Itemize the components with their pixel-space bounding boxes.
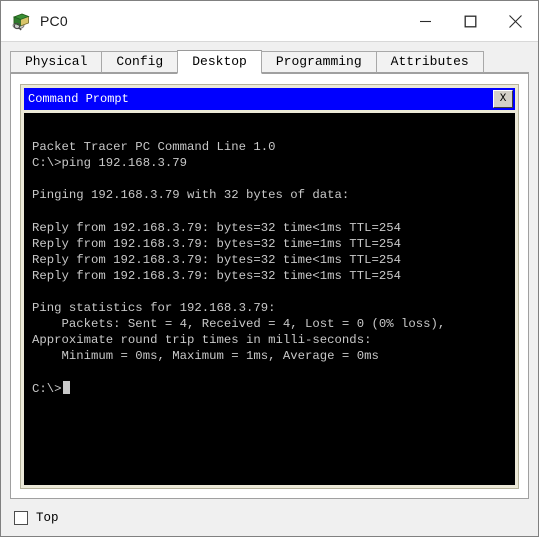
window-titlebar: PC0 bbox=[1, 1, 538, 42]
console-line: Packet Tracer PC Command Line 1.0 bbox=[32, 140, 276, 155]
tab-attributes-label: Attributes bbox=[390, 54, 469, 69]
console-line: Pinging 192.168.3.79 with 32 bytes of da… bbox=[32, 188, 350, 203]
tab-physical-label: Physical bbox=[25, 54, 88, 69]
close-button[interactable] bbox=[493, 1, 538, 41]
tab-programming-label: Programming bbox=[275, 54, 362, 69]
maximize-button[interactable] bbox=[448, 1, 493, 41]
console-line: Reply from 192.168.3.79: bytes=32 time<1… bbox=[32, 268, 401, 283]
tab-physical[interactable]: Physical bbox=[10, 51, 103, 73]
tab-config[interactable]: Config bbox=[101, 51, 179, 73]
top-checkbox-label: Top bbox=[36, 510, 59, 525]
pc-device-icon bbox=[11, 11, 31, 31]
tabstrip-filler bbox=[482, 50, 529, 73]
minimize-button[interactable] bbox=[403, 1, 448, 41]
tab-desktop[interactable]: Desktop bbox=[177, 50, 262, 74]
console-line: C:\>ping 192.168.3.79 bbox=[32, 156, 187, 171]
tab-programming[interactable]: Programming bbox=[260, 51, 377, 73]
maximize-icon bbox=[464, 15, 477, 27]
tabstrip-container: Physical Config Desktop Programming Attr… bbox=[1, 42, 538, 74]
console-line: Reply from 192.168.3.79: bytes=32 time<1… bbox=[32, 220, 401, 235]
console-line: Reply from 192.168.3.79: bytes=32 time=1… bbox=[32, 236, 401, 251]
pc0-window: PC0 Physical Config Desktop Programming … bbox=[0, 0, 539, 537]
minimize-icon bbox=[420, 20, 431, 22]
console-line: Packets: Sent = 4, Received = 4, Lost = … bbox=[32, 317, 446, 332]
console-line: Approximate round trip times in milli-se… bbox=[32, 333, 372, 348]
command-prompt-window: Command Prompt X Packet Tracer PC Comman… bbox=[20, 84, 519, 489]
tab-attributes[interactable]: Attributes bbox=[375, 51, 484, 73]
console-output[interactable]: Packet Tracer PC Command Line 1.0 C:\>pin… bbox=[24, 113, 515, 485]
tabstrip: Physical Config Desktop Programming Attr… bbox=[10, 49, 529, 74]
command-prompt-title: Command Prompt bbox=[28, 92, 129, 106]
tab-desktop-label: Desktop bbox=[192, 54, 247, 69]
command-prompt-titlebar: Command Prompt X bbox=[24, 88, 515, 110]
window-title: PC0 bbox=[40, 13, 68, 29]
console-line: Reply from 192.168.3.79: bytes=32 time<1… bbox=[32, 252, 401, 267]
window-controls bbox=[403, 1, 538, 41]
tab-config-label: Config bbox=[116, 54, 164, 69]
desktop-panel: Command Prompt X Packet Tracer PC Comman… bbox=[10, 74, 529, 499]
top-checkbox[interactable] bbox=[14, 510, 28, 525]
command-prompt-close-button[interactable]: X bbox=[493, 90, 513, 108]
console-lines: Packet Tracer PC Command Line 1.0 C:\>pin… bbox=[32, 123, 507, 397]
close-icon bbox=[509, 14, 522, 28]
console-line: C:\> bbox=[32, 380, 507, 397]
console-cursor bbox=[62, 380, 70, 394]
footer-bar: Top bbox=[1, 499, 538, 536]
console-line: Ping statistics for 192.168.3.79: bbox=[32, 301, 276, 316]
console-line: Minimum = 0ms, Maximum = 1ms, Average = … bbox=[32, 349, 379, 364]
